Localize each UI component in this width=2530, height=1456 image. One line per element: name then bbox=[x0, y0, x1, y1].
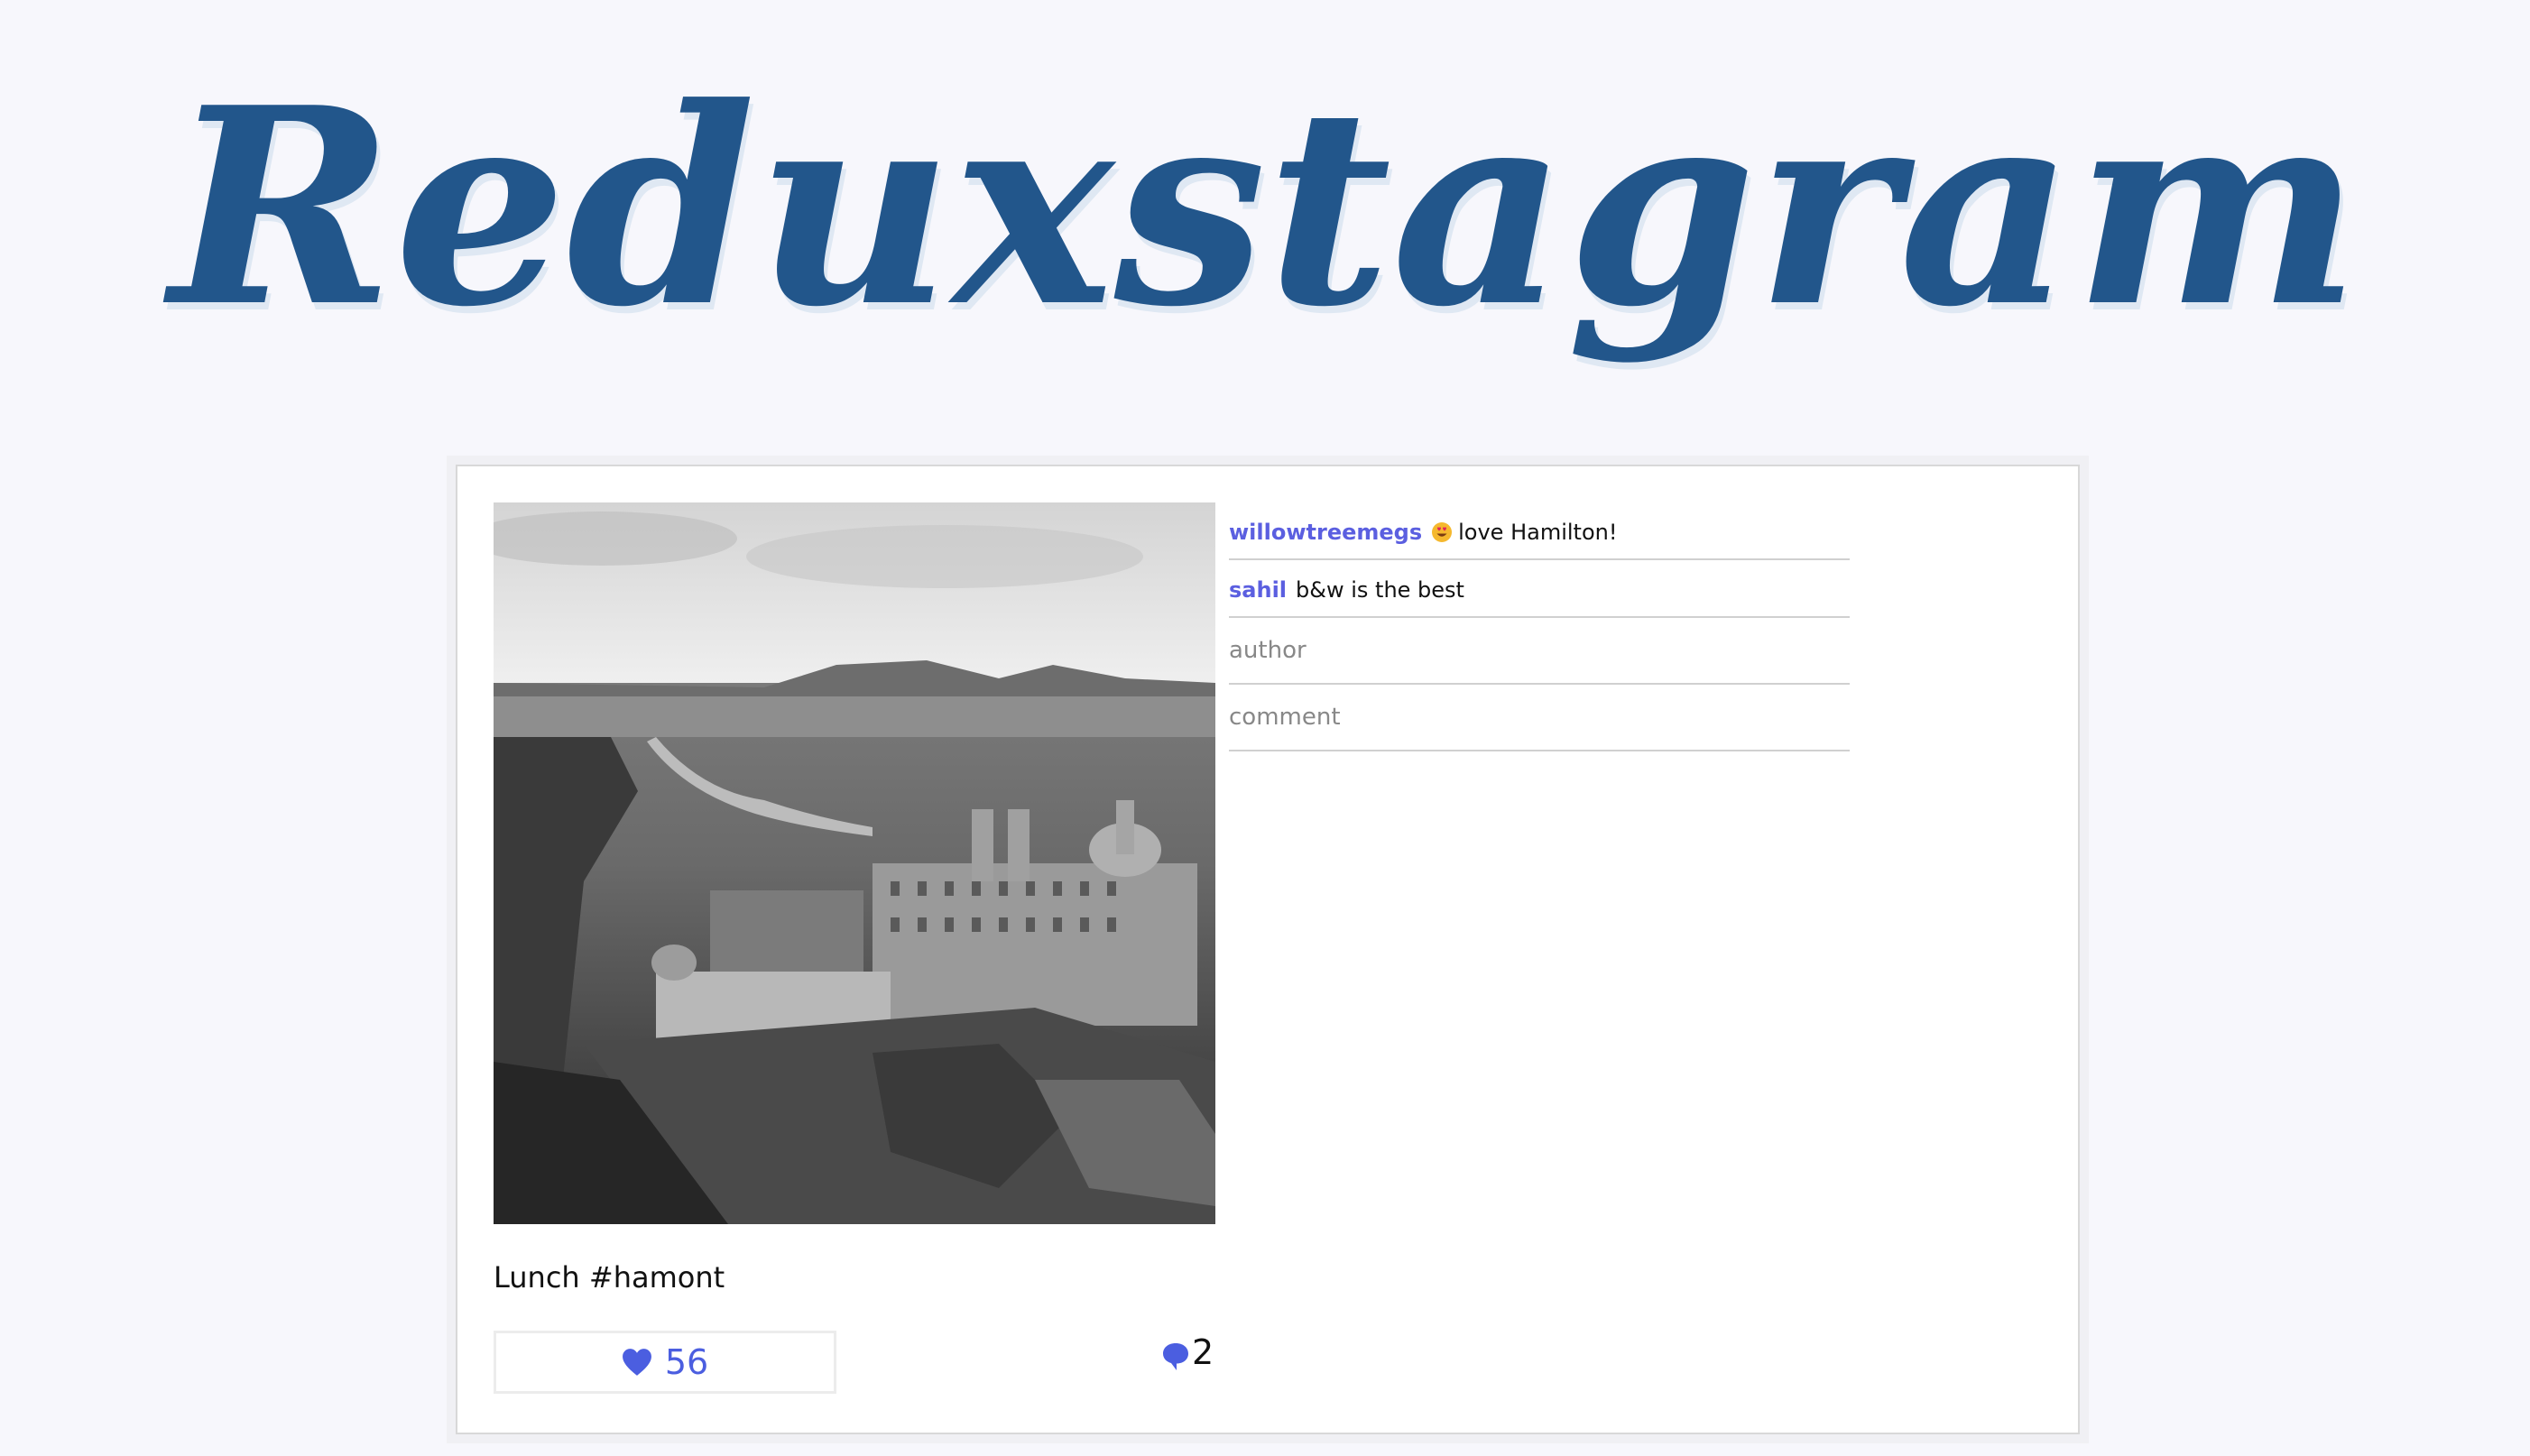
comment-author[interactable]: sahil bbox=[1229, 577, 1287, 603]
comment-item: willowtreemegs love Hamilton! bbox=[1229, 502, 1850, 560]
page: Reduxstagram Reduxstagram Lunch #hamont … bbox=[0, 0, 2530, 1456]
like-count: 56 bbox=[664, 1342, 709, 1382]
post-caption: Lunch #hamont bbox=[494, 1260, 725, 1295]
author-input[interactable] bbox=[1229, 618, 1850, 685]
comment-item: sahil b&w is the best bbox=[1229, 560, 1850, 618]
app-title-main: Reduxstagram bbox=[161, 48, 2360, 366]
comment-input[interactable] bbox=[1229, 685, 1850, 751]
app-header: Reduxstagram Reduxstagram bbox=[0, 0, 2530, 451]
like-button[interactable]: 56 bbox=[494, 1331, 836, 1394]
speech-bubble-icon bbox=[1163, 1343, 1188, 1370]
comment-text: love Hamilton! bbox=[1458, 520, 1618, 545]
comment-count: 2 bbox=[1192, 1332, 1214, 1372]
comment-author[interactable]: willowtreemegs bbox=[1229, 520, 1422, 545]
comment-form bbox=[1229, 618, 1850, 751]
city-photo-image bbox=[494, 502, 1215, 1224]
app-logo[interactable]: Reduxstagram Reduxstagram bbox=[0, 0, 2530, 451]
post-card-frame: Lunch #hamont 56 2 willowtreemegs love H… bbox=[447, 456, 2089, 1443]
comment-text: b&w is the best bbox=[1296, 577, 1464, 603]
single-post: Lunch #hamont 56 2 willowtreemegs love H… bbox=[456, 465, 2080, 1434]
post-photo[interactable] bbox=[494, 502, 1215, 1224]
comment-count-link[interactable]: 2 bbox=[1161, 1332, 1214, 1372]
comments-section: willowtreemegs love Hamilton! sahil b&w … bbox=[1229, 502, 1850, 751]
heart-eyes-emoji-icon bbox=[1432, 522, 1453, 542]
heart-icon bbox=[622, 1349, 651, 1376]
